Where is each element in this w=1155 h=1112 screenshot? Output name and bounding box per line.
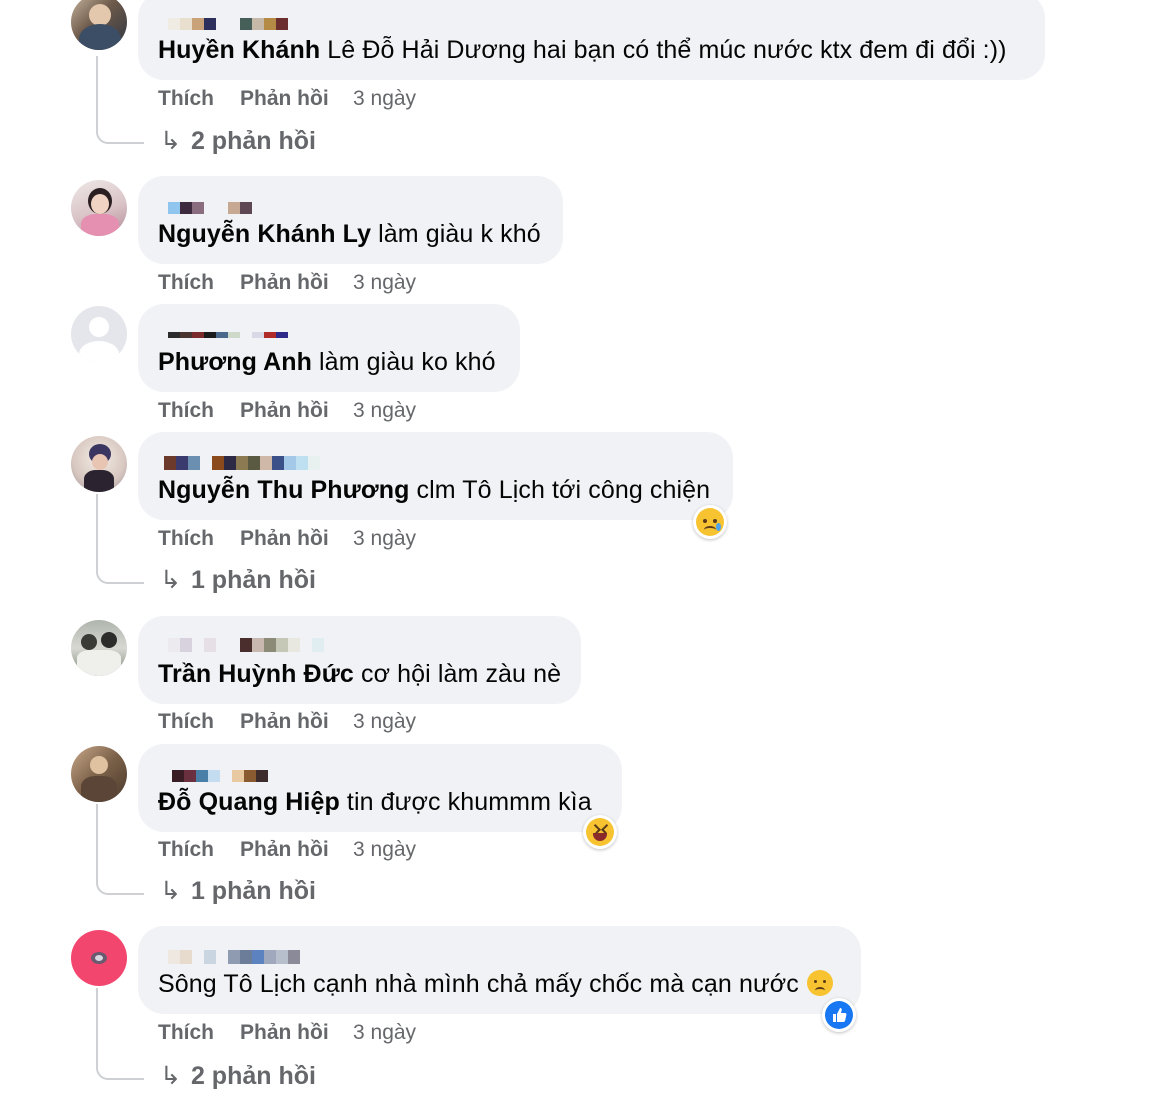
author-name[interactable]: Trần Huỳnh Đức <box>158 660 354 688</box>
reaction-badge[interactable] <box>583 815 617 849</box>
timestamp[interactable]: 3 ngày <box>353 398 416 424</box>
thread-line <box>96 56 144 144</box>
like-button[interactable]: Thích <box>158 270 214 296</box>
avatar[interactable] <box>71 180 127 236</box>
blurred-username <box>168 950 300 966</box>
reply-button[interactable]: Phản hồi <box>240 398 329 424</box>
comment-bubble: Trần Huỳnh Đức cơ hội làm zàu nè <box>138 616 581 704</box>
comment-text: Đỗ Quang Hiệp tin được khummm kìa <box>158 786 592 818</box>
blurred-username <box>172 770 268 784</box>
comment-body: clm Tô Lịch tới công chiện <box>409 476 711 504</box>
blurred-username <box>168 638 324 656</box>
sad-emoji-icon <box>696 508 724 536</box>
sad-emoji-icon <box>806 970 833 996</box>
blurred-username <box>168 202 252 216</box>
timestamp[interactable]: 3 ngày <box>353 526 416 552</box>
blurred-username <box>168 18 288 32</box>
thumbs-up-icon <box>825 1001 853 1029</box>
comment-body: Lê Đỗ Hải Dương hai bạn có thể múc nước … <box>320 36 1007 64</box>
reaction-badge[interactable] <box>822 998 856 1032</box>
like-button[interactable]: Thích <box>158 398 214 424</box>
comment-body: làm giàu ko khó <box>311 348 496 376</box>
comment-bubble: Nguyễn Thu Phương clm Tô Lịch tới công c… <box>138 432 733 520</box>
author-name[interactable]: Phương Anh <box>158 348 312 376</box>
replies-count: 2 phản hồi <box>190 1062 316 1090</box>
author-name[interactable]: Nguyễn Khánh Ly <box>158 220 371 248</box>
laughing-emoji-icon <box>586 818 614 846</box>
avatar[interactable] <box>71 620 127 676</box>
avatar[interactable] <box>71 930 127 986</box>
comment-text: Nguyễn Thu Phương clm Tô Lịch tới công c… <box>158 474 710 506</box>
timestamp[interactable]: 3 ngày <box>353 86 416 112</box>
comment-bubble: Nguyễn Khánh Ly làm giàu k khó <box>138 176 563 264</box>
reaction-badge[interactable] <box>693 505 727 539</box>
thread-line <box>96 988 144 1080</box>
replies-count: 1 phản hồi <box>190 566 316 594</box>
view-replies-link[interactable]: ↳ 2 phản hồi <box>160 126 316 156</box>
view-replies-link[interactable]: ↳ 1 phản hồi <box>160 876 316 906</box>
comment-text: Huyền Khánh Lê Đỗ Hải Dương hai bạn có t… <box>158 34 1007 66</box>
reply-button[interactable]: Phản hồi <box>240 270 329 296</box>
reply-arrow-icon: ↳ <box>160 127 181 155</box>
timestamp[interactable]: 3 ngày <box>353 837 416 863</box>
avatar[interactable] <box>71 746 127 802</box>
reply-arrow-icon: ↳ <box>160 877 181 905</box>
like-button[interactable]: Thích <box>158 709 214 735</box>
comment-bubble: Huyền Khánh Lê Đỗ Hải Dương hai bạn có t… <box>138 0 1045 80</box>
like-button[interactable]: Thích <box>158 526 214 552</box>
author-name[interactable]: Đỗ Quang Hiệp <box>158 788 340 816</box>
avatar[interactable] <box>71 0 127 50</box>
thread-line <box>96 494 144 584</box>
replies-count: 1 phản hồi <box>190 877 316 905</box>
like-button[interactable]: Thích <box>158 86 214 112</box>
avatar[interactable] <box>71 436 127 492</box>
timestamp[interactable]: 3 ngày <box>353 709 416 735</box>
reply-arrow-icon: ↳ <box>160 1062 181 1090</box>
blurred-username <box>168 332 288 340</box>
timestamp[interactable]: 3 ngày <box>353 270 416 296</box>
comment-text: Phương Anh làm giàu ko khó <box>158 346 496 378</box>
default-avatar-icon[interactable] <box>71 306 127 362</box>
replies-count: 2 phản hồi <box>190 127 316 155</box>
like-button[interactable]: Thích <box>158 837 214 863</box>
thread-line <box>96 804 144 895</box>
view-replies-link[interactable]: ↳ 2 phản hồi <box>160 1061 316 1091</box>
comment-bubble: Sông Tô Lịch cạnh nhà mình chả mấy chốc … <box>138 926 861 1014</box>
reply-button[interactable]: Phản hồi <box>240 86 329 112</box>
reply-button[interactable]: Phản hồi <box>240 1020 329 1046</box>
comment-text: Trần Huỳnh Đức cơ hội làm zàu nè <box>158 658 561 690</box>
comment-text: Nguyễn Khánh Ly làm giàu k khó <box>158 218 541 250</box>
blurred-username <box>164 456 320 474</box>
reply-button[interactable]: Phản hồi <box>240 526 329 552</box>
reply-button[interactable]: Phản hồi <box>240 837 329 863</box>
timestamp[interactable]: 3 ngày <box>353 1020 416 1046</box>
comment-body: Sông Tô Lịch cạnh nhà mình chả mấy chốc … <box>158 970 799 998</box>
view-replies-link[interactable]: ↳ 1 phản hồi <box>160 565 316 595</box>
comment-bubble: Đỗ Quang Hiệp tin được khummm kìa <box>138 744 622 832</box>
comment-text: Sông Tô Lịch cạnh nhà mình chả mấy chốc … <box>158 968 833 1000</box>
like-button[interactable]: Thích <box>158 1020 214 1046</box>
reply-arrow-icon: ↳ <box>160 566 181 594</box>
comment-bubble: Phương Anh làm giàu ko khó <box>138 304 520 392</box>
author-name[interactable]: Huyền Khánh <box>158 36 320 64</box>
comment-body: làm giàu k khó <box>371 220 541 248</box>
author-name[interactable]: Nguyễn Thu Phương <box>158 476 409 504</box>
comment-body: cơ hội làm zàu nè <box>353 660 562 688</box>
reply-button[interactable]: Phản hồi <box>240 709 329 735</box>
comment-body: tin được khummm kìa <box>339 788 592 816</box>
